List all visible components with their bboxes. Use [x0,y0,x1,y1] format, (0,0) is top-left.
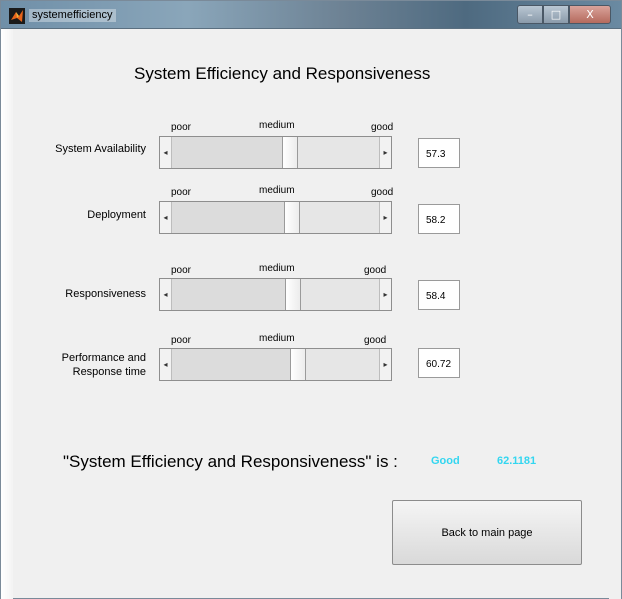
system-availability-value: 57.3 [418,138,460,168]
row-label-line1: Deployment [87,209,146,221]
scale-label-medium: medium [259,120,295,131]
result-status: Good [431,455,460,467]
row-label-line1: Responsiveness [65,288,146,300]
row-label-line1: System Availability [55,143,146,155]
scale-label-good: good [364,265,387,276]
slider-thumb[interactable] [290,349,306,380]
row-label-deployment: Deployment [6,208,146,222]
slider-track-right[interactable] [298,137,381,168]
window-controls: – □ X [517,5,611,25]
row-label-responsiveness: Responsiveness [6,287,146,301]
matlab-icon [9,8,25,24]
arrow-left-icon[interactable]: ◂ [160,137,172,168]
page-title: System Efficiency and Responsiveness [134,64,431,83]
scale-label-medium: medium [259,263,295,274]
title-bar[interactable]: systemefficiency – □ X [1,1,621,29]
arrow-left-icon[interactable]: ◂ [160,202,172,233]
scale-label-good: good [371,122,394,133]
row-label-system-availability: System Availability [6,142,146,156]
scale-label-good: good [371,187,394,198]
window-right-edge [609,29,621,599]
system-availability-slider[interactable]: ◂ ▸ [159,136,392,169]
arrow-left-icon[interactable]: ◂ [160,349,172,380]
slider-thumb[interactable] [282,137,298,168]
arrow-right-icon[interactable]: ▸ [379,279,391,310]
arrow-right-icon[interactable]: ▸ [379,202,391,233]
close-button[interactable]: X [569,5,611,24]
row-label-line2: Response time [72,366,146,378]
deployment-slider[interactable]: ◂ ▸ [159,201,392,234]
slider-track-right[interactable] [301,279,381,310]
back-to-main-button[interactable]: Back to main page [392,500,582,565]
scale-label-poor: poor [171,122,192,133]
result-score: 62.1181 [497,455,537,467]
responsiveness-value: 58.4 [418,280,460,310]
slider-thumb[interactable] [285,279,301,310]
deployment-value: 58.2 [418,204,460,234]
app-window: systemefficiency – □ X System Efficiency… [0,0,622,599]
row-label-line1: Performance and [61,352,146,364]
slider-thumb[interactable] [284,202,300,233]
performance-response-slider[interactable]: ◂ ▸ [159,348,392,381]
scale-label-good: good [364,335,387,346]
result-label: "System Efficiency and Responsiveness" i… [63,452,398,471]
arrow-right-icon[interactable]: ▸ [379,349,391,380]
arrow-right-icon[interactable]: ▸ [379,137,391,168]
scale-label-poor: poor [171,187,192,198]
slider-track-right[interactable] [300,202,381,233]
row-label-performance: Performance and Response time [6,351,146,379]
arrow-left-icon[interactable]: ◂ [160,279,172,310]
scale-label-medium: medium [259,185,295,196]
scale-label-poor: poor [171,335,192,346]
window-left-edge [1,29,13,599]
minimize-button[interactable]: – [517,5,543,24]
maximize-button[interactable]: □ [543,5,569,24]
scale-label-poor: poor [171,265,192,276]
responsiveness-slider[interactable]: ◂ ▸ [159,278,392,311]
slider-track-right[interactable] [306,349,381,380]
scale-label-medium: medium [259,333,295,344]
window-title: systemefficiency [29,9,116,22]
performance-response-value: 60.72 [418,348,460,378]
